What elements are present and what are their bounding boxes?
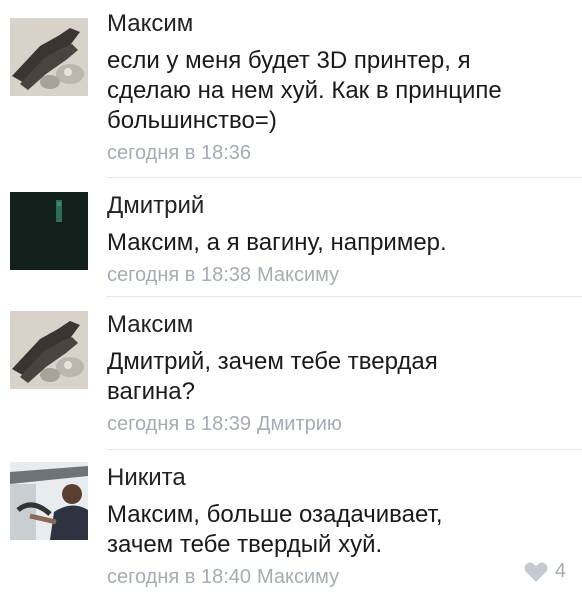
comment-divider <box>107 449 582 450</box>
dark-green-avatar <box>10 192 88 270</box>
legs-photo-avatar <box>10 311 88 389</box>
avatar[interactable] <box>10 18 88 96</box>
comment-text-line: вагина? <box>107 378 195 405</box>
comment-author[interactable]: Никита <box>107 464 568 492</box>
like-button[interactable]: 4 <box>523 560 566 583</box>
comment-author[interactable]: Максим <box>107 311 568 339</box>
comment-text-line: большинство=) <box>107 107 277 134</box>
reply-to-link[interactable]: Максиму <box>257 264 339 286</box>
reply-to-link[interactable]: Максиму <box>257 566 339 588</box>
comment-timestamp[interactable]: сегодня в 18:36 <box>107 140 568 166</box>
comment-time[interactable]: сегодня в 18:40 <box>107 566 251 588</box>
car-driver-avatar <box>10 462 88 540</box>
comment-timestamp[interactable]: сегодня в 18:38 Максиму <box>107 262 568 288</box>
comment-timestamp[interactable]: сегодня в 18:39 Дмитрию <box>107 411 568 437</box>
comment-text-line: зачем тебе твердый хуй. <box>107 531 383 558</box>
comment-time[interactable]: сегодня в 18:36 <box>107 142 251 164</box>
comment-text-line: сделаю на нем хуй. Как в принципе <box>107 77 502 104</box>
avatar[interactable] <box>10 192 88 270</box>
comment-text-line: Максим, больше озадачивает, <box>107 501 443 528</box>
legs-photo-avatar <box>10 18 88 96</box>
comment-text-line: Дмитрий, зачем тебе твердая <box>107 348 438 375</box>
comment-author[interactable]: Дмитрий <box>107 192 568 220</box>
avatar[interactable] <box>10 462 88 540</box>
reply-to-link[interactable]: Дмитрию <box>257 413 342 435</box>
comment-timestamp[interactable]: сегодня в 18:40 Максиму <box>107 564 568 590</box>
comment-author[interactable]: Максим <box>107 10 568 38</box>
like-count: 4 <box>554 560 566 582</box>
comment-time[interactable]: сегодня в 18:38 <box>107 264 251 286</box>
heart-icon <box>524 562 548 582</box>
comment-text-line: Максим, а я вагину, например. <box>107 229 447 256</box>
comment-divider <box>107 296 582 297</box>
comment-divider <box>107 177 582 178</box>
comment-text-line: если у меня будет 3D принтер, я <box>107 47 471 74</box>
comment-time[interactable]: сегодня в 18:39 <box>107 413 251 435</box>
avatar[interactable] <box>10 311 88 389</box>
